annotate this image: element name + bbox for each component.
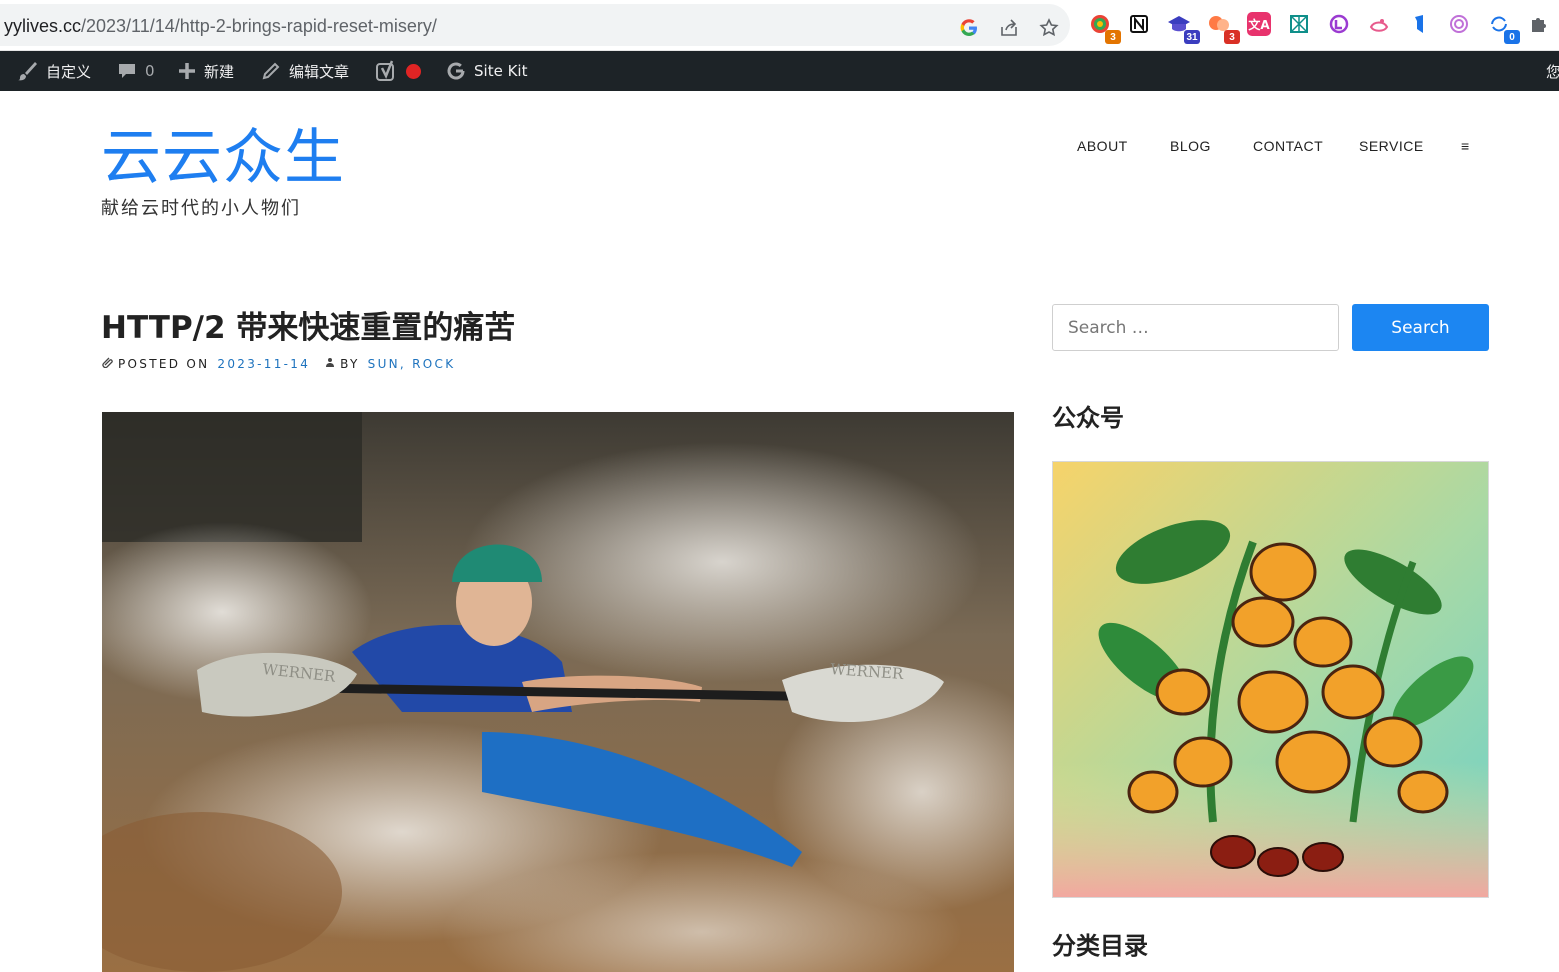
nav-item-about[interactable]: ABOUT [1077, 138, 1128, 154]
comments-count: 0 [145, 62, 155, 80]
widget-title-categories: 分类目录 [1052, 932, 1148, 960]
admin-edit-post-label: 编辑文章 [289, 62, 350, 81]
translate-ext-icon[interactable]: 文A [1247, 12, 1271, 36]
posted-on-label: POSTED ON [118, 356, 210, 371]
url-text[interactable]: yylives.cc/2023/11/14/http-2-brings-rapi… [4, 16, 437, 37]
google-g-icon [446, 61, 466, 81]
graduation-cap-ext-icon[interactable]: 31 [1167, 12, 1200, 44]
ext-badge: 31 [1184, 30, 1200, 44]
admin-site-kit-link[interactable]: Site Kit [446, 51, 527, 91]
admin-new-link[interactable]: 新建 [178, 51, 234, 91]
search-input[interactable] [1052, 304, 1339, 351]
nav-item-service[interactable]: SERVICE [1359, 138, 1424, 154]
notion-icon[interactable] [1127, 12, 1151, 36]
wechat-image [1052, 461, 1489, 898]
paperclip-icon [102, 356, 114, 371]
google-icon[interactable] [958, 17, 980, 39]
puzzle-icon[interactable] [1527, 12, 1551, 36]
admin-comments-link[interactable]: 0 [117, 51, 155, 91]
post-title: HTTP/2 带来快速重置的痛苦 [101, 310, 516, 346]
ext-badge: 3 [1105, 30, 1121, 44]
search-button[interactable]: Search [1352, 304, 1489, 351]
wp-admin-bar: 自定义 0 新建 编辑文章 Site Kit 您 [0, 51, 1559, 91]
menu-toggle-icon[interactable]: ≡ [1461, 138, 1470, 154]
admin-site-kit-label: Site Kit [474, 62, 528, 80]
blue-arrow-ext-icon[interactable] [1407, 12, 1431, 36]
admin-new-label: 新建 [204, 62, 235, 81]
user-icon [324, 356, 336, 371]
site-tagline: 献给云时代的小人物们 [101, 198, 301, 219]
site-title[interactable]: 云云众生 [101, 122, 345, 194]
address-bar[interactable]: yylives.cc/2023/11/14/http-2-brings-rapi… [0, 4, 1070, 46]
admin-edit-post-link[interactable]: 编辑文章 [261, 51, 349, 91]
url-host: yylives.cc [4, 16, 82, 36]
url-path: /2023/11/14/http-2-brings-rapid-reset-mi… [81, 16, 437, 36]
orange-circles-ext-icon[interactable]: 3 [1207, 12, 1240, 44]
nav-item-contact[interactable]: CONTACT [1253, 138, 1323, 154]
ext-badge: 3 [1224, 30, 1240, 44]
pencil-icon [261, 61, 281, 81]
yoast-icon [376, 60, 398, 82]
ext-badge: 0 [1504, 30, 1520, 44]
browser-toolbar: yylives.cc/2023/11/14/http-2-brings-rapi… [0, 0, 1559, 51]
comment-bubble-icon [117, 61, 137, 81]
admin-account-link[interactable]: 您 [1546, 51, 1559, 91]
seo-score-dot [406, 63, 421, 79]
share-icon[interactable] [998, 17, 1020, 39]
paintbrush-icon [16, 60, 38, 82]
widget-title-wechat: 公众号 [1052, 404, 1124, 432]
featured-image: WERNER WERNER [102, 412, 1014, 972]
post-date-link[interactable]: 2023-11-14 [217, 357, 310, 371]
pink-fish-ext-icon[interactable] [1367, 12, 1391, 36]
post-authors-link[interactable]: SUN, ROCK [368, 357, 456, 371]
star-bookmark-icon[interactable] [1038, 17, 1060, 39]
colorful-circle-ext-icon[interactable]: 3 [1088, 12, 1121, 44]
by-label: BY [340, 356, 360, 371]
admin-customize-link[interactable]: 自定义 [16, 51, 91, 91]
admin-account-label: 您 [1546, 62, 1559, 81]
teal-grid-ext-icon[interactable] [1287, 12, 1311, 36]
admin-customize-label: 自定义 [46, 62, 92, 81]
openai-icon[interactable] [1447, 12, 1471, 36]
yoast-menu[interactable] [376, 51, 421, 91]
refresh-ext-icon[interactable]: 0 [1487, 12, 1520, 44]
nav-item-blog[interactable]: BLOG [1170, 138, 1211, 154]
plus-icon [178, 62, 196, 80]
post-meta: POSTED ON 2023-11-14 BY SUN, ROCK [102, 356, 455, 371]
purple-circle-ext-icon[interactable] [1327, 12, 1351, 36]
